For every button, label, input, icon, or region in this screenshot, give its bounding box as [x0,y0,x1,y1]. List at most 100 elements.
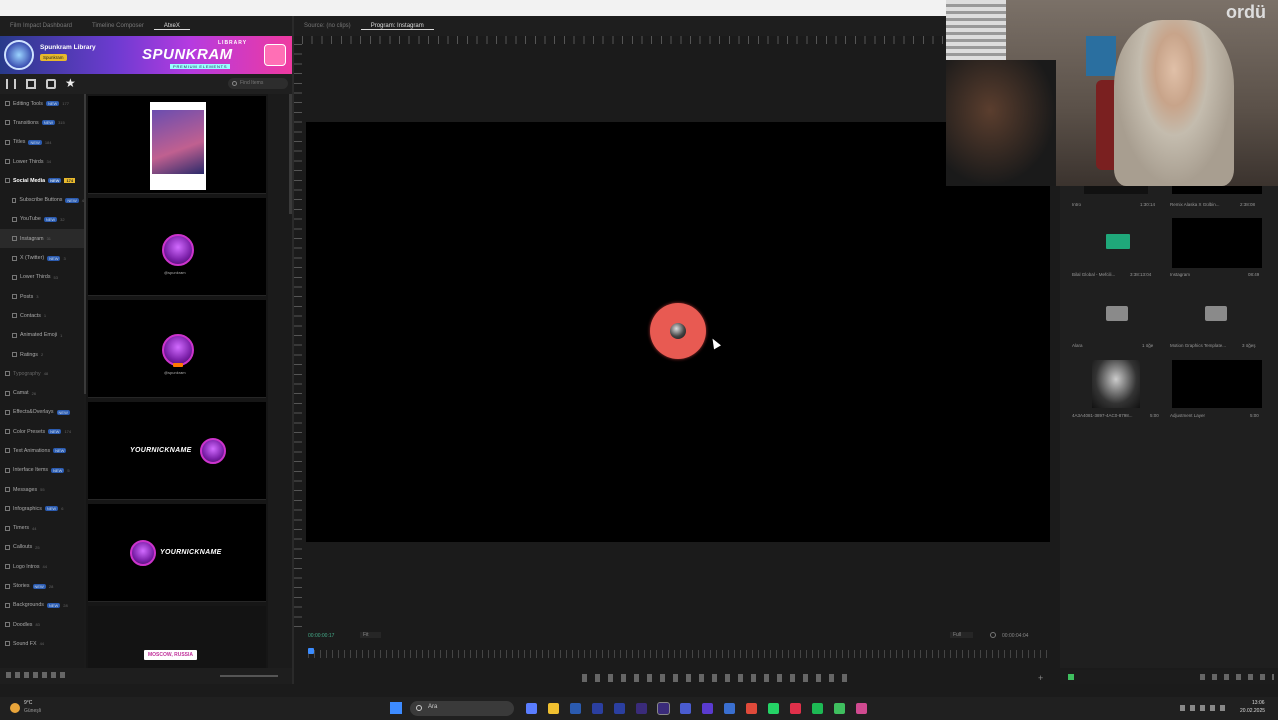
clock-time[interactable]: 13:06 [1252,700,1265,706]
sidebar-item[interactable]: Effects&Overlays NEW [0,403,84,422]
lightroom-icon[interactable] [702,703,713,714]
premiere-icon[interactable] [636,703,647,714]
sidebar-item-label: Messages [13,486,38,493]
record-button-icon[interactable] [650,303,706,359]
size-slider[interactable] [220,675,278,677]
chrome-alt-icon[interactable] [834,703,845,714]
sidebar-item[interactable]: Camat 26 [0,383,84,402]
transport-controls[interactable] [582,674,852,682]
sidebar-item[interactable]: Editing Tools NEW 177 [0,94,84,113]
sidebar-item[interactable]: Transitions NEW 315 [0,113,84,132]
sidebar-item[interactable]: Callouts 25 [0,538,84,557]
project-thumb-adjustment[interactable] [1172,360,1262,408]
footer-buttons[interactable] [1200,674,1274,680]
sidebar-item[interactable]: Ratings 2 [0,345,84,364]
sidebar-item[interactable]: Color Presets NEW 174 [0,422,84,441]
cart-icon[interactable] [264,44,286,66]
sidebar-item[interactable]: Backgrounds NEW 28 [0,596,84,615]
sidebar-item-label: Subscribe Buttons [19,197,63,204]
project-thumb-portrait[interactable] [1092,360,1140,408]
sidebar-item[interactable]: Interface Items NEW 5 [0,461,84,480]
asset-card-nick-right[interactable]: YOURNICKNAME [88,402,266,500]
asset-card-post[interactable] [88,96,266,194]
favorites-star-icon[interactable]: ★ [65,76,76,90]
folder-icon[interactable] [1205,306,1227,321]
start-button-icon[interactable] [390,702,402,714]
sidebar-item[interactable]: Posts 3 [0,287,84,306]
taskview-icon[interactable] [526,703,537,714]
sidebar-item[interactable]: Instagram 31 [0,229,84,249]
filter-icon[interactable] [6,79,16,89]
chrome-icon[interactable] [746,703,757,714]
app-alt-icon[interactable] [856,703,867,714]
footer-tools-icon[interactable] [6,672,66,678]
user-badge[interactable]: Spunkram [40,54,67,61]
playhead-marker-icon[interactable] [308,648,314,654]
tab-atxex[interactable]: AtxeX [153,23,190,30]
sidebar-item[interactable]: YouTube NEW 32 [0,210,84,229]
asset-card-location-tag[interactable]: MOSCOW, RUSSIA [88,606,266,668]
grid-view-icon[interactable] [26,79,36,89]
premiere-active-icon[interactable] [657,702,670,715]
file-explorer-icon[interactable] [548,703,559,714]
sidebar-item[interactable]: Text Animations NEW [0,441,84,460]
playhead-scrubber[interactable] [308,650,1050,658]
after-effects-icon[interactable] [592,703,603,714]
system-tray-icons[interactable] [1180,705,1230,711]
project-thumb-remix[interactable] [1172,186,1262,194]
fit-dropdown[interactable]: Fit [360,632,381,638]
settings-wrench-icon[interactable] [990,632,996,638]
app-icon[interactable] [724,703,735,714]
search-placeholder: Find Items [240,80,264,86]
tab-program-monitor[interactable]: Program: Instagram [360,23,434,30]
wall-sign-text: ordü [1226,2,1266,22]
photoshop-icon[interactable] [570,703,581,714]
tab-film-impact[interactable]: Film Impact Dashboard [0,23,82,29]
asset-card-avatar-1[interactable]: @spunkram [88,198,266,296]
sidebar-item[interactable]: Infographics NEW 6 [0,499,84,518]
clock-date[interactable]: 20.02.2025 [1240,708,1265,714]
search-input[interactable]: Find Items [228,78,288,89]
sidebar-item[interactable]: Timers 44 [0,519,84,538]
avatar-caption: @spunkram [164,270,186,275]
asset-card-avatar-2[interactable]: @spunkram [88,300,266,398]
pencil-icon[interactable] [1068,674,1074,680]
media-encoder-icon[interactable] [680,703,691,714]
tab-timeline-composer[interactable]: Timeline Composer [82,23,154,29]
youtube-music-icon[interactable] [790,703,801,714]
sidebar-item[interactable]: Sound FX 44 [0,634,84,653]
category-icon [5,564,10,570]
sidebar-item[interactable]: Doodles 83 [0,615,84,634]
sidebar-item[interactable]: Messages 55 [0,480,84,499]
project-thumb-intro[interactable] [1084,186,1148,194]
sidebar-item[interactable]: Typography 48 [0,364,84,383]
weather-icon[interactable] [10,703,20,713]
project-thumb-instagram[interactable] [1172,218,1262,268]
sidebar-item[interactable]: Titles NEW 184 [0,133,84,152]
timecode-current[interactable]: 00:00:00:17 [308,633,334,639]
sidebar-item[interactable]: Logo Intros 44 [0,557,84,576]
audition-icon[interactable] [614,703,625,714]
category-icon [5,159,10,165]
sidebar-item[interactable]: Contacts 1 [0,306,84,325]
sidebar-item[interactable]: Social Media NEW 174 [0,171,84,190]
sidebar-item[interactable]: Subscribe Buttons NEW 4 [0,190,84,209]
asset-card-nick-left[interactable]: YOURNICKNAME [88,504,266,602]
folder-icon[interactable] [1106,306,1128,321]
quality-dropdown[interactable]: Full [950,632,974,638]
sidebar-item[interactable]: X (Twitter) NEW 3 [0,248,84,267]
new-badge: NEW [56,409,70,415]
add-button-icon[interactable]: + [1038,673,1043,683]
location-tag-text: MOSCOW, RUSSIA [148,652,194,658]
whatsapp-icon[interactable] [768,703,779,714]
item-count: 1 [60,332,63,338]
item-count: 31 [46,236,52,242]
tab-source-monitor[interactable]: Source: (no clips) [294,23,361,29]
taskbar-search[interactable]: Ara [410,701,514,716]
sidebar-item[interactable]: Animated Emoji 1 [0,326,84,345]
spotify-icon[interactable] [812,703,823,714]
sidebar-item[interactable]: Lower Thirds 34 [0,152,84,171]
import-icon[interactable] [46,79,56,89]
sidebar-item[interactable]: Stories NEW 28 [0,576,84,595]
sidebar-item[interactable]: Lower Thirds 53 [0,268,84,287]
